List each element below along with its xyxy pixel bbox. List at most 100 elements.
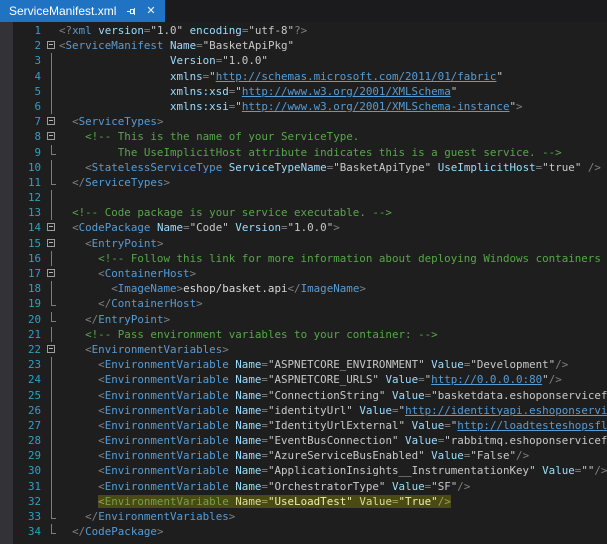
code-text[interactable]: <ImageName>eshop/basket.api</ImageName> [59, 281, 607, 296]
fold-line [51, 433, 52, 448]
code-text[interactable]: <!-- Code package is your service execut… [59, 205, 607, 220]
code-text[interactable]: <EnvironmentVariable Name="UseLoadTest" … [59, 494, 607, 509]
fold-toggle[interactable] [44, 114, 59, 129]
code-text[interactable]: <ServiceManifest Name="BasketApiPkg" [59, 38, 607, 53]
code-text[interactable]: <EnvironmentVariable Name="ApplicationIn… [59, 463, 607, 478]
collapse-box-icon[interactable] [47, 41, 55, 49]
fold-line [51, 494, 52, 509]
code-editor: 1<?xml version="1.0" encoding="utf-8"?>2… [0, 22, 607, 544]
line-number: 4 [13, 69, 44, 84]
fold-guide [44, 53, 59, 68]
code-text[interactable]: <CodePackage Name="Code" Version="1.0.0"… [59, 220, 607, 235]
fold-toggle[interactable] [44, 220, 59, 235]
line-number: 34 [13, 524, 44, 539]
fold-line [51, 403, 52, 418]
code-text[interactable]: <EnvironmentVariable Name="AzureServiceB… [59, 448, 607, 463]
collapse-box-icon[interactable] [47, 117, 55, 125]
code-text[interactable]: <EnvironmentVariable Name="IdentityUrlEx… [59, 418, 607, 433]
code-text[interactable]: <EnvironmentVariables> [59, 342, 607, 357]
breakpoint-margin[interactable] [0, 22, 13, 544]
fold-guide [44, 145, 59, 160]
code-text[interactable]: <!-- This is the name of your ServiceTyp… [59, 129, 607, 144]
fold-guide [44, 190, 59, 205]
code-text[interactable]: </EntryPoint> [59, 312, 607, 327]
collapse-box-icon[interactable] [47, 223, 55, 231]
code-text[interactable]: The UseImplicitHost attribute indicates … [59, 145, 607, 160]
code-line: 3 Version="1.0.0" [13, 53, 607, 68]
fold-toggle[interactable] [44, 38, 59, 53]
line-number: 29 [13, 448, 44, 463]
code-text[interactable]: </CodePackage> [59, 524, 607, 539]
fold-guide [44, 205, 59, 220]
fold-line [51, 463, 52, 478]
fold-guide [44, 69, 59, 84]
collapse-box-icon[interactable] [47, 239, 55, 247]
code-text[interactable]: </ContainerHost> [59, 296, 607, 311]
code-line: 22 <EnvironmentVariables> [13, 342, 607, 357]
line-number: 21 [13, 327, 44, 342]
fold-guide [44, 175, 59, 190]
line-number: 17 [13, 266, 44, 281]
line-number: 19 [13, 296, 44, 311]
code-text[interactable]: <EnvironmentVariable Name="ASPNETCORE_EN… [59, 357, 607, 372]
fold-line [51, 205, 52, 220]
code-text[interactable]: <!-- Follow this link for more informati… [59, 251, 607, 266]
code-text[interactable]: Version="1.0.0" [59, 53, 607, 68]
code-line: 7 <ServiceTypes> [13, 114, 607, 129]
fold-line [51, 357, 52, 372]
code-line: 29 <EnvironmentVariable Name="AzureServi… [13, 448, 607, 463]
fold-line [51, 448, 52, 463]
fold-line [51, 327, 52, 342]
line-number: 5 [13, 84, 44, 99]
code-line: 11 </ServiceTypes> [13, 175, 607, 190]
fold-line [51, 190, 52, 205]
code-text[interactable]: <StatelessServiceType ServiceTypeName="B… [59, 160, 607, 175]
code-text[interactable]: xmlns:xsd="http://www.w3.org/2001/XMLSch… [59, 84, 607, 99]
code-text[interactable]: <EnvironmentVariable Name="OrchestratorT… [59, 479, 607, 494]
code-text[interactable]: <?xml version="1.0" encoding="utf-8"?> [59, 23, 607, 38]
fold-toggle[interactable] [44, 342, 59, 357]
code-line: 31 <EnvironmentVariable Name="Orchestrat… [13, 479, 607, 494]
code-text[interactable] [59, 190, 607, 205]
code-text[interactable]: <EnvironmentVariable Name="ConnectionStr… [59, 388, 607, 403]
line-number: 26 [13, 403, 44, 418]
collapse-box-icon[interactable] [47, 269, 55, 277]
fold-toggle[interactable] [44, 236, 59, 251]
code-line: 14 <CodePackage Name="Code" Version="1.0… [13, 220, 607, 235]
code-text[interactable]: <EnvironmentVariable Name="EventBusConne… [59, 433, 607, 448]
code-line: 17 <ContainerHost> [13, 266, 607, 281]
line-number: 7 [13, 114, 44, 129]
code-text[interactable]: <!-- Pass environment variables to your … [59, 327, 607, 342]
fold-guide [44, 281, 59, 296]
line-number: 15 [13, 236, 44, 251]
code-text[interactable]: <EntryPoint> [59, 236, 607, 251]
line-number: 10 [13, 160, 44, 175]
code-text[interactable]: <ServiceTypes> [59, 114, 607, 129]
pin-icon[interactable] [126, 6, 137, 17]
fold-guide [44, 448, 59, 463]
fold-guide [44, 433, 59, 448]
fold-guide [44, 372, 59, 387]
close-icon[interactable]: ✕ [146, 0, 155, 22]
collapse-box-icon[interactable] [47, 132, 55, 140]
collapse-box-icon[interactable] [47, 345, 55, 353]
code-text[interactable]: xmlns:xsi="http://www.w3.org/2001/XMLSch… [59, 99, 607, 114]
fold-guide [44, 251, 59, 266]
code-text[interactable]: <EnvironmentVariable Name="ASPNETCORE_UR… [59, 372, 607, 387]
fold-line [51, 372, 52, 387]
code-text[interactable]: </EnvironmentVariables> [59, 509, 607, 524]
code-text[interactable]: <ContainerHost> [59, 266, 607, 281]
line-number: 2 [13, 38, 44, 53]
fold-toggle[interactable] [44, 129, 59, 144]
code-text[interactable]: <EnvironmentVariable Name="identityUrl" … [59, 403, 607, 418]
code-text[interactable]: </ServiceTypes> [59, 175, 607, 190]
code-line: 20 </EntryPoint> [13, 312, 607, 327]
code-line: 2 <ServiceManifest Name="BasketApiPkg" [13, 38, 607, 53]
code-line: 23 <EnvironmentVariable Name="ASPNETCORE… [13, 357, 607, 372]
fold-line [51, 418, 52, 433]
code-text[interactable]: xmlns="http://schemas.microsoft.com/2011… [59, 69, 607, 84]
tab-servicemanifest[interactable]: ServiceManifest.xml ✕ [0, 0, 165, 22]
fold-toggle[interactable] [44, 266, 59, 281]
code-line: 24 <EnvironmentVariable Name="ASPNETCORE… [13, 372, 607, 387]
line-number: 8 [13, 129, 44, 144]
